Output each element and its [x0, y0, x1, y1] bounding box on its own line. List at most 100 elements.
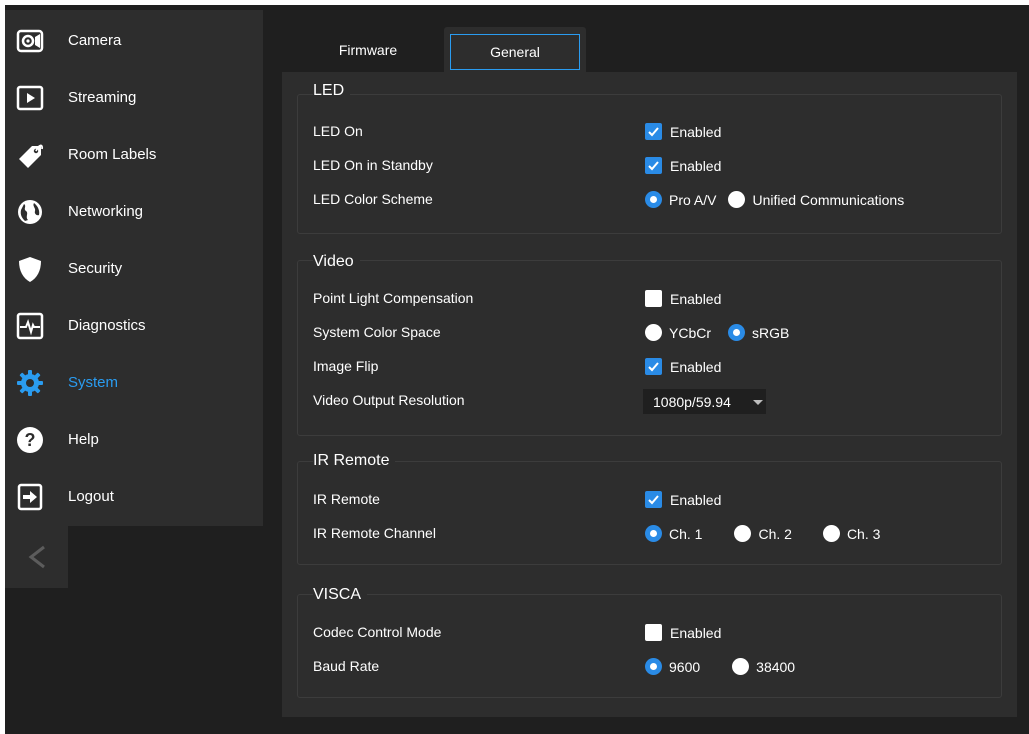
point-light-control: Enabled: [645, 290, 721, 307]
radio-label: Unified Communications: [752, 191, 905, 208]
visca-section: [297, 594, 1002, 698]
baud-rate-control: 9600 38400: [645, 658, 795, 675]
svg-text:?: ?: [25, 430, 36, 450]
ch2-radio[interactable]: [734, 525, 752, 542]
baud-38400-radio[interactable]: [732, 658, 750, 675]
codec-control-checkbox[interactable]: [645, 624, 662, 641]
baud-9600-radio[interactable]: [645, 658, 662, 675]
led-standby-checkbox[interactable]: [645, 157, 662, 174]
checkbox-label: Enabled: [670, 123, 722, 140]
gear-icon: [15, 368, 45, 398]
color-space-label: System Color Space: [313, 324, 441, 340]
radio-label: 38400: [756, 658, 796, 675]
output-resolution-label: Video Output Resolution: [313, 392, 465, 408]
sidebar-item-label: Camera: [68, 32, 122, 49]
caret-down-icon: [753, 400, 763, 405]
color-space-control: YCbCr sRGB: [645, 324, 789, 341]
ir-channel-control: Ch. 1 Ch. 2 Ch. 3: [645, 525, 880, 542]
led-standby-label: LED On in Standby: [313, 157, 433, 173]
sidebar-item-diagnostics[interactable]: Diagnostics: [5, 297, 263, 354]
globe-icon: [15, 197, 45, 227]
radio-label: Ch. 3: [846, 525, 881, 542]
sidebar: Camera Streaming Room Labels Networking …: [5, 10, 263, 526]
sidebar-item-streaming[interactable]: Streaming: [5, 69, 263, 126]
tab-general[interactable]: General: [444, 27, 586, 72]
point-light-checkbox[interactable]: [645, 290, 662, 307]
ycbcr-radio[interactable]: [645, 324, 662, 341]
sidebar-item-label: System: [68, 374, 119, 391]
sidebar-item-label: Security: [68, 260, 123, 277]
checkbox-label: Enabled: [670, 624, 722, 641]
ir-channel-label: IR Remote Channel: [313, 525, 436, 541]
sidebar-item-logout[interactable]: Logout: [5, 468, 263, 525]
check-icon: [648, 495, 659, 505]
tag-icon: [15, 140, 45, 170]
sidebar-item-label: Help: [68, 431, 99, 448]
radio-label: Ch. 1: [669, 525, 703, 542]
image-flip-label: Image Flip: [313, 358, 379, 374]
ir-remote-checkbox[interactable]: [645, 491, 662, 508]
checkbox-label: Enabled: [670, 157, 722, 174]
radio-label: YCbCr: [669, 324, 712, 341]
sidebar-item-networking[interactable]: Networking: [5, 183, 263, 240]
sidebar-item-help[interactable]: ? Help: [5, 411, 263, 468]
ir-remote-control: Enabled: [645, 491, 721, 508]
sidebar-item-camera[interactable]: Camera: [5, 12, 263, 69]
tab-label: Firmware: [338, 41, 398, 58]
image-flip-checkbox[interactable]: [645, 358, 662, 375]
led-color-scheme-control: Pro A/V Unified Communications: [645, 191, 904, 208]
sidebar-item-label: Logout: [68, 488, 114, 505]
led-on-label: LED On: [313, 123, 363, 139]
check-icon: [648, 362, 659, 372]
led-color-scheme-label: LED Color Scheme: [313, 191, 433, 207]
radio-label: 9600: [669, 658, 701, 675]
ch1-radio[interactable]: [645, 525, 662, 542]
sidebar-item-room-labels[interactable]: Room Labels: [5, 126, 263, 183]
check-icon: [648, 161, 659, 171]
point-light-label: Point Light Compensation: [313, 290, 474, 306]
pro-av-radio[interactable]: [645, 191, 662, 208]
pulse-icon: [15, 311, 45, 341]
sidebar-item-label: Networking: [68, 203, 144, 220]
radio-label: Ch. 2: [758, 525, 792, 542]
ch3-radio[interactable]: [822, 525, 840, 542]
select-value: 1080p/59.94: [653, 393, 731, 410]
sidebar-item-label: Streaming: [68, 89, 137, 106]
ir-remote-label: IR Remote: [313, 491, 380, 507]
unified-communications-radio[interactable]: [728, 191, 746, 208]
checkbox-label: Enabled: [670, 358, 722, 375]
shield-icon: [15, 254, 45, 284]
ir-remote-section: [297, 461, 1002, 565]
tab-focus-ring: General: [450, 34, 580, 70]
radio-label: sRGB: [752, 324, 790, 341]
sidebar-item-label: Diagnostics: [68, 317, 146, 334]
tab-firmware[interactable]: Firmware: [295, 27, 441, 72]
output-resolution-select[interactable]: 1080p/59.94: [642, 388, 767, 415]
section-title: LED: [313, 82, 351, 100]
section-title: IR Remote: [313, 452, 396, 470]
codec-control-control: Enabled: [645, 624, 721, 641]
image-flip-control: Enabled: [645, 358, 721, 375]
sidebar-collapse-button[interactable]: [5, 526, 68, 588]
play-icon: [15, 83, 45, 113]
camera-icon: [15, 26, 45, 56]
logout-icon: [15, 482, 45, 512]
led-on-checkbox[interactable]: [645, 123, 662, 140]
sidebar-item-label: Room Labels: [68, 146, 157, 163]
checkbox-label: Enabled: [670, 491, 722, 508]
chevron-left-icon: [28, 545, 45, 569]
baud-rate-label: Baud Rate: [313, 658, 380, 674]
led-on-control: Enabled: [645, 123, 721, 140]
help-icon: ?: [15, 425, 45, 455]
section-title: VISCA: [313, 586, 368, 604]
checkbox-label: Enabled: [670, 290, 722, 307]
check-icon: [648, 127, 659, 137]
section-title: Video: [313, 253, 360, 271]
radio-label: Pro A/V: [669, 191, 717, 208]
tab-label: General: [490, 44, 540, 60]
led-standby-control: Enabled: [645, 157, 721, 174]
srgb-radio[interactable]: [728, 324, 746, 341]
codec-control-label: Codec Control Mode: [313, 624, 442, 640]
sidebar-item-security[interactable]: Security: [5, 240, 263, 297]
sidebar-item-system[interactable]: System: [5, 354, 263, 411]
